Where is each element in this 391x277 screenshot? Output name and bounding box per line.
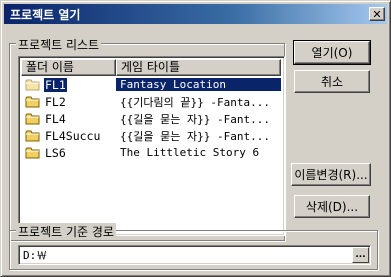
folder-icon	[25, 78, 41, 92]
listview-rows: FL1 Fantasy Location FL2 {{기다림의 끝}} -Fanta.…	[19, 76, 284, 161]
folder-name-cell: FL2	[21, 95, 116, 109]
title-bar[interactable]: 프로젝트 열기 ✕	[4, 4, 387, 24]
list-item[interactable]: FL2 {{기다림의 끝}} -Fanta...	[21, 93, 284, 110]
folder-name: FL2	[45, 94, 66, 109]
close-icon: ✕	[372, 7, 382, 21]
folder-name-cell: FL4	[21, 112, 116, 126]
browse-button[interactable]: ...	[352, 247, 369, 263]
listview-header: 폴더 이름 게임 타이틀	[21, 59, 282, 76]
folder-icon	[25, 112, 41, 126]
cancel-button[interactable]: 취소	[294, 70, 370, 93]
folder-icon	[25, 95, 41, 109]
folder-icon	[25, 129, 41, 143]
game-title: The Littletic Story 6	[120, 146, 260, 159]
base-path-group: 프로젝트 기준 경로 D:￦ ...	[9, 223, 378, 270]
column-header-game-title[interactable]: 게임 타이틀	[116, 59, 281, 76]
game-title: {{기다림의 끝}} -Fanta...	[120, 95, 270, 109]
folder-name: LS6	[45, 145, 66, 160]
rename-button[interactable]: 이름변경(R)...	[291, 163, 371, 186]
game-title: {{길을 묻는 자}} -Fant...	[120, 129, 270, 143]
delete-button[interactable]: 삭제(D)...	[294, 195, 370, 218]
project-listview[interactable]: 폴더 이름 게임 타이틀 FL1 Fantasy Location FL2 {{기다림…	[18, 56, 285, 236]
folder-name: FL4	[45, 111, 66, 126]
folder-name-cell: FL4Succu	[21, 129, 116, 143]
list-item[interactable]: LS6 The Littletic Story 6	[21, 144, 284, 161]
open-button[interactable]: 열기(O)	[293, 40, 371, 65]
project-list-group: 프로젝트 리스트 폴더 이름 게임 타이틀 FL1 Fantasy Locatio…	[9, 36, 285, 241]
game-title: {{길을 묻는 자}} -Fant...	[120, 112, 270, 126]
folder-name: FL4Succu	[45, 128, 101, 143]
column-header-folder-name[interactable]: 폴더 이름	[21, 59, 116, 76]
list-item[interactable]: FL1 Fantasy Location	[21, 76, 284, 93]
base-path-field[interactable]: D:￦ ...	[18, 245, 371, 265]
list-item[interactable]: FL4 {{길을 묻는 자}} -Fant...	[21, 110, 284, 127]
list-item[interactable]: FL4Succu {{길을 묻는 자}} -Fant...	[21, 127, 284, 144]
folder-name-cell: LS6	[21, 146, 116, 160]
dialog-title: 프로젝트 열기	[10, 7, 81, 22]
folder-name: FL1	[44, 77, 67, 92]
folder-name-cell: FL1	[21, 77, 116, 92]
base-path-label: 프로젝트 기준 경로	[16, 223, 116, 240]
close-button[interactable]: ✕	[369, 7, 385, 21]
project-list-label: 프로젝트 리스트	[16, 36, 102, 53]
base-path-value[interactable]: D:￦	[19, 247, 352, 263]
project-open-dialog: 프로젝트 열기 ✕ 프로젝트 리스트 폴더 이름 게임 타이틀 FL1 Fanta…	[0, 0, 391, 277]
folder-icon	[25, 146, 41, 160]
game-title: Fantasy Location	[116, 78, 281, 91]
